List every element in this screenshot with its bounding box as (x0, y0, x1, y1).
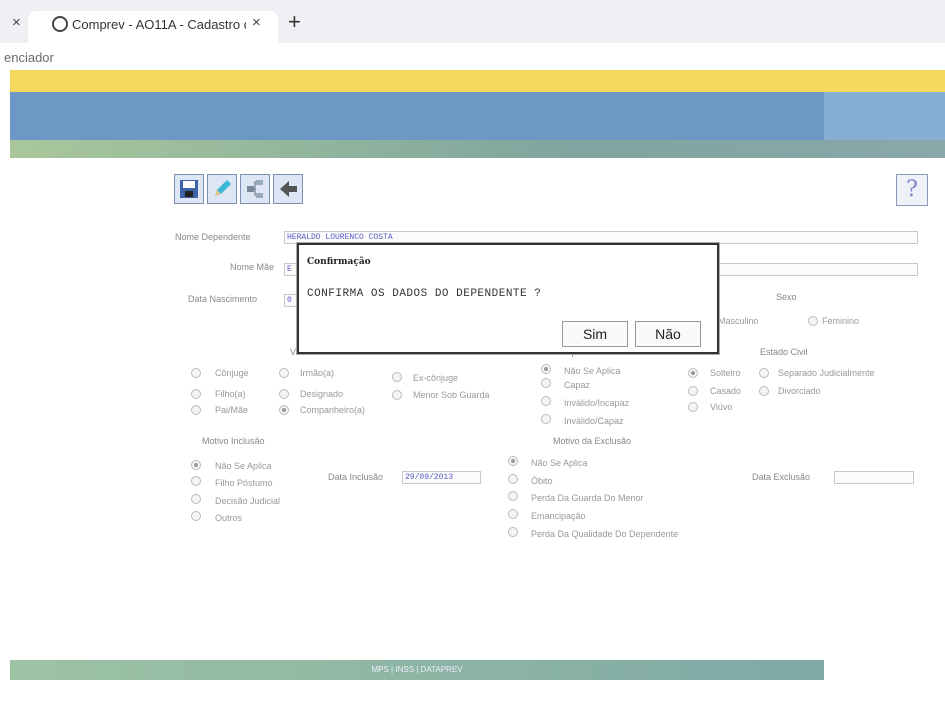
label-irmao: Irmão(a) (300, 368, 335, 378)
radio-dep-invalido-capaz[interactable] (541, 414, 551, 424)
label-separado-judicialmente: Separado Judicialmente (778, 368, 875, 378)
data-inclusao-label: Data Inclusão (328, 472, 384, 482)
pencil-icon (215, 180, 231, 196)
radio-casado[interactable] (688, 386, 698, 396)
radio-dep-capaz[interactable] (541, 378, 551, 388)
label-companheiro: Companheiro(a) (300, 405, 366, 415)
label-exc-perda-qualidade: Perda Da Qualidade Do Dependente (531, 529, 679, 539)
radio-menor-sob-guarda[interactable] (392, 390, 402, 400)
save-button[interactable] (174, 174, 204, 204)
label-designado: Designado (300, 389, 344, 399)
label-inc-filho-postumo: Filho Póstumo (215, 478, 273, 488)
header-band-green (10, 140, 945, 158)
data-exclusao-input[interactable] (834, 471, 914, 484)
label-dep-invalido-incapaz: Inválido/Incapaz (564, 398, 630, 408)
label-masculino: Masculino (718, 316, 759, 326)
header-band-yellow (10, 70, 945, 92)
globe-icon (52, 16, 68, 32)
tree-structure-icon (247, 180, 263, 198)
radio-exc-nao-se-aplica[interactable] (508, 456, 518, 466)
label-inc-decisao-judicial: Decisão Judicial (215, 496, 281, 506)
label-dep-nao-se-aplica: Não Se Aplica (564, 366, 621, 376)
dialog-message: CONFIRMA OS DADOS DO DEPENDENTE ? (307, 288, 542, 300)
radio-exc-perda-qualidade[interactable] (508, 527, 518, 537)
bookmark-label[interactable]: enciador (4, 50, 54, 65)
dialog-title: Confirmação (307, 257, 371, 267)
data-inclusao-input[interactable]: 29/09/2013 (402, 471, 481, 484)
label-feminino: Feminino (822, 316, 860, 326)
close-previous-tab-icon[interactable]: × (12, 14, 21, 31)
radio-companheiro[interactable] (279, 405, 289, 415)
nome-mae-label: Nome Mãe (230, 262, 275, 272)
radio-viuvo[interactable] (688, 402, 698, 412)
radio-dep-nao-se-aplica[interactable] (541, 364, 551, 374)
label-ex-conjuge: Ex-cônjuge (413, 373, 459, 383)
radio-exc-perda-guarda[interactable] (508, 491, 518, 501)
radio-pai-mae[interactable] (191, 405, 201, 415)
confirmation-dialog: Confirmação CONFIRMA OS DADOS DO DEPENDE… (297, 243, 719, 354)
label-dep-capaz: Capaz (564, 380, 591, 390)
radio-separado-judicialmente[interactable] (759, 368, 769, 378)
label-exc-emancipacao: Emancipação (531, 511, 586, 521)
motivo-inclusao-label: Motivo Inclusão (202, 436, 265, 446)
floppy-disk-icon (180, 180, 198, 198)
label-casado: Casado (710, 386, 742, 396)
label-exc-perda-guarda: Perda Da Guarda Do Menor (531, 493, 644, 503)
confirm-yes-button[interactable]: Sim (562, 321, 628, 347)
footer-bar: MPS | INSS | DATAPREV (10, 660, 824, 680)
label-viuvo: Viúvo (710, 402, 733, 412)
radio-feminino[interactable] (808, 316, 818, 326)
label-divorciado: Divorciado (778, 386, 821, 396)
radio-inc-decisao-judicial[interactable] (191, 494, 201, 504)
label-conjuge: Cônjuge (215, 368, 249, 378)
label-solteiro: Solteiro (710, 368, 741, 378)
radio-divorciado[interactable] (759, 386, 769, 396)
label-inc-outros: Outros (215, 513, 243, 523)
back-button[interactable] (273, 174, 303, 204)
label-inc-nao-se-aplica: Não Se Aplica (215, 461, 272, 471)
bookmark-bar (0, 43, 945, 71)
radio-designado[interactable] (279, 389, 289, 399)
data-nascimento-label: Data Nascimento (188, 294, 258, 304)
header-band-blue (10, 92, 945, 140)
tree-button[interactable] (240, 174, 270, 204)
header-band-blue-right (824, 92, 945, 140)
tab-title: Comprev - AO11A - Cadastro de (72, 17, 246, 32)
label-exc-obito: Óbito (531, 476, 553, 486)
radio-conjuge[interactable] (191, 368, 201, 378)
radio-filho[interactable] (191, 389, 201, 399)
radio-dep-invalido-incapaz[interactable] (541, 396, 551, 406)
radio-exc-obito[interactable] (508, 474, 518, 484)
radio-inc-filho-postumo[interactable] (191, 476, 201, 486)
label-dep-invalido-capaz: Inválido/Capaz (564, 416, 624, 426)
label-pai-mae: Pai/Mãe (215, 405, 249, 415)
radio-irmao[interactable] (279, 368, 289, 378)
radio-inc-nao-se-aplica[interactable] (191, 460, 201, 470)
label-filho: Filho(a) (215, 389, 246, 399)
sexo-label: Sexo (776, 292, 797, 302)
estado-civil-label: Estado Civil (760, 347, 808, 357)
label-exc-nao-se-aplica: Não Se Aplica (531, 458, 588, 468)
radio-exc-emancipacao[interactable] (508, 509, 518, 519)
new-tab-button[interactable]: + (288, 9, 301, 35)
close-tab-icon[interactable]: × (252, 14, 261, 31)
edit-button[interactable] (207, 174, 237, 204)
confirm-no-button[interactable]: Não (635, 321, 701, 347)
label-menor-sob-guarda: Menor Sob Guarda (413, 390, 490, 400)
arrow-left-icon (280, 181, 297, 197)
radio-ex-conjuge[interactable] (392, 372, 402, 382)
radio-inc-outros[interactable] (191, 511, 201, 521)
help-button[interactable]: ? (896, 174, 928, 206)
data-exclusao-label: Data Exclusão (752, 472, 811, 482)
nome-dependente-label: Nome Dependente (175, 232, 251, 242)
radio-solteiro[interactable] (688, 368, 698, 378)
motivo-exclusao-label: Motivo da Exclusão (553, 436, 632, 446)
